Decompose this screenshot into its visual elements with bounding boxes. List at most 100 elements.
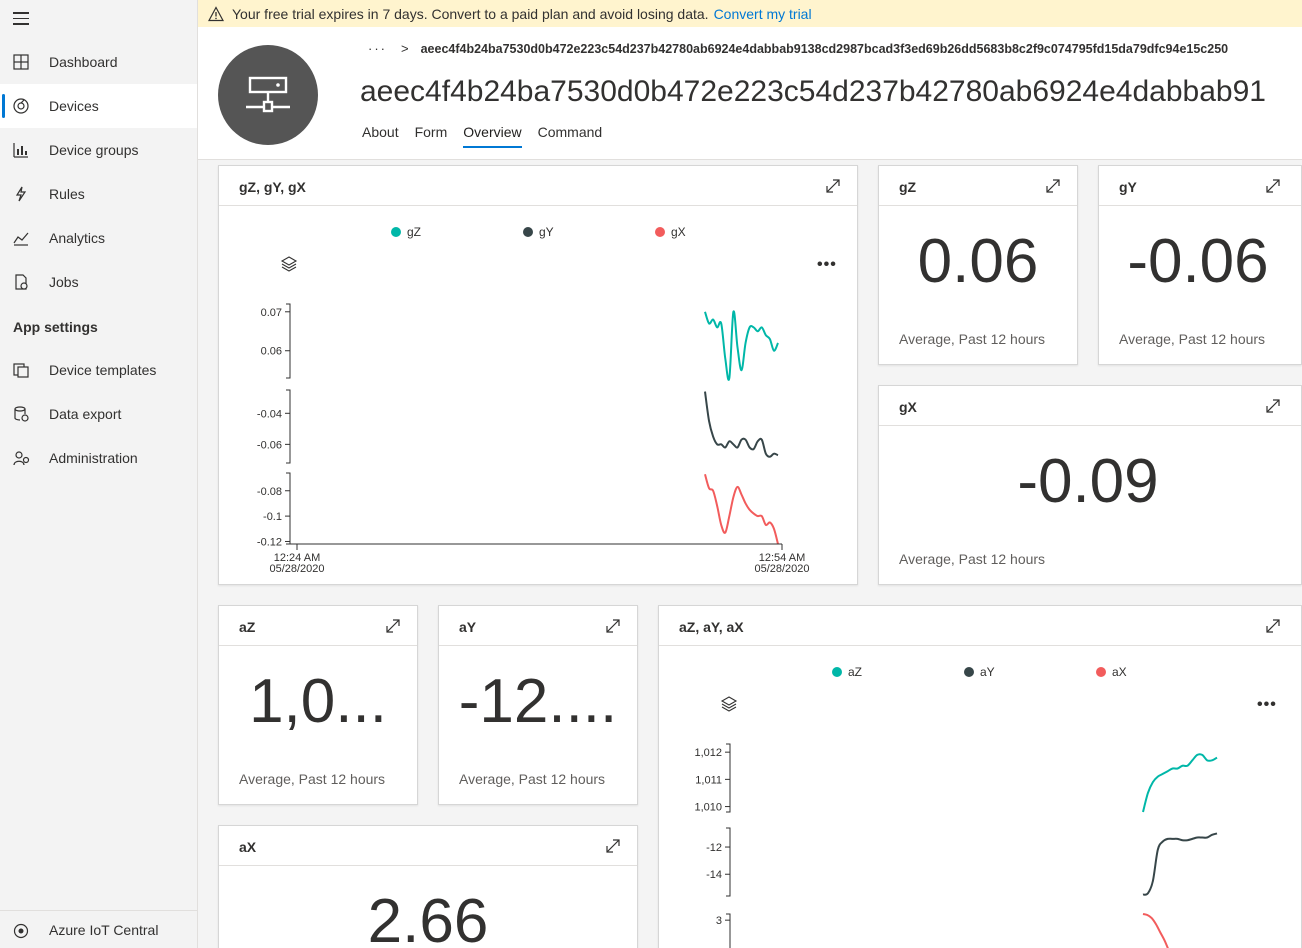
breadcrumb-more-icon[interactable]: ···: [368, 41, 387, 56]
expand-icon[interactable]: [605, 618, 621, 634]
series-line-gX: [704, 473, 779, 545]
expand-icon[interactable]: [605, 838, 621, 854]
administration-icon: [13, 451, 30, 466]
kpi-tile-ax: aX 2.66: [218, 825, 638, 948]
nav-label-jobs: Jobs: [49, 274, 79, 290]
nav-label-administration: Administration: [49, 450, 138, 466]
expand-icon[interactable]: [1265, 178, 1281, 194]
convert-trial-link[interactable]: Convert my trial: [714, 6, 812, 22]
kpi-tile-az: aZ 1,0... Average, Past 12 hours: [218, 605, 418, 805]
kpi-value: -0.06: [1127, 227, 1269, 296]
series-line-aY: [1142, 832, 1218, 896]
tab-form[interactable]: Form: [415, 124, 448, 148]
y-axis-gX: [286, 472, 291, 545]
tile-title: gZ: [899, 179, 917, 195]
nav-item-dashboard[interactable]: Dashboard: [0, 40, 197, 84]
y-axis-aZ: [726, 743, 731, 813]
tile-title: aX: [239, 839, 257, 855]
y-axis-aY: [726, 827, 731, 897]
app-settings-heading: App settings: [13, 319, 98, 335]
expand-icon[interactable]: [385, 618, 401, 634]
y-tick-label: -0.06: [257, 439, 282, 451]
left-navigation: Dashboard Devices Device groups Rules An…: [0, 0, 198, 948]
y-tick-label: 1,010: [694, 802, 722, 814]
tile-header: gZ: [879, 166, 1077, 206]
data-export-icon: [14, 406, 29, 422]
device-header: ··· > aeec4f4b24ba7530d0b472e223c54d237b…: [198, 27, 1302, 160]
devices-icon: [13, 98, 29, 114]
tile-header: aX: [219, 826, 637, 866]
azure-iot-central-link[interactable]: Azure IoT Central: [0, 910, 197, 948]
tile-title: gX: [899, 399, 917, 415]
y-tick-label: -14: [706, 869, 722, 881]
breadcrumb: ··· > aeec4f4b24ba7530d0b472e223c54d237b…: [368, 41, 1228, 56]
tile-title: aZ: [239, 619, 256, 635]
nav-item-jobs[interactable]: Jobs: [0, 260, 197, 304]
tab-command[interactable]: Command: [538, 124, 603, 148]
kpi-caption: Average, Past 12 hours: [1119, 331, 1266, 347]
nav-label-device-groups: Device groups: [49, 142, 139, 158]
kpi-value: 1,0...: [249, 667, 387, 736]
breadcrumb-current: aeec4f4b24ba7530d0b472e223c54d237b42780a…: [420, 41, 1229, 56]
kpi-value: 2.66: [367, 887, 489, 948]
kpi-value: -12....: [458, 667, 618, 736]
nav-item-devices[interactable]: Devices: [0, 84, 197, 128]
kpi-value: 0.06: [917, 227, 1039, 296]
device-groups-icon: [13, 143, 28, 158]
y-tick-label: 1,012: [694, 747, 722, 759]
expand-icon[interactable]: [1265, 398, 1281, 414]
dashboard-icon: [13, 54, 29, 70]
kpi-value: -0.09: [1017, 447, 1159, 516]
kpi-caption: Average, Past 12 hours: [239, 771, 386, 787]
device-tabs: About Form Overview Command: [362, 124, 618, 148]
page-title: aeec4f4b24ba7530d0b472e223c54d237b42780a…: [360, 75, 1266, 108]
series-line-gZ: [704, 310, 779, 381]
accel-chart-plot: 1,012 1,011 1,010 -12 -14 3: [694, 743, 1218, 948]
y-axis-aX: [726, 913, 731, 948]
y-tick-label: 0.07: [261, 307, 282, 319]
nav-label-data-export: Data export: [49, 406, 122, 422]
nav-label-dashboard: Dashboard: [49, 54, 118, 70]
tab-overview[interactable]: Overview: [463, 124, 522, 148]
series-line-aX: [1142, 913, 1169, 948]
kpi-caption: Average, Past 12 hours: [459, 771, 606, 787]
jobs-icon: [15, 274, 28, 290]
x-tick-date-label: 05/28/2020: [754, 563, 809, 575]
azure-iot-central-icon: [13, 923, 29, 939]
nav-item-device-groups[interactable]: Device groups: [0, 128, 197, 172]
tile-header: aZ: [219, 606, 417, 646]
gyro-chart-plot: 0.070.06-0.04-0.06-0.08-0.1-0.1212:24 AM…: [257, 303, 810, 575]
tab-about[interactable]: About: [362, 124, 399, 148]
warning-icon: [208, 5, 224, 21]
y-tick-label: 1,011: [695, 774, 722, 786]
device-templates-icon: [13, 363, 29, 378]
series-line-aZ: [1142, 753, 1218, 813]
nav-item-data-export[interactable]: Data export: [0, 392, 197, 436]
nav-item-administration[interactable]: Administration: [0, 436, 197, 480]
nav-item-rules[interactable]: Rules: [0, 172, 197, 216]
kpi-caption: Average, Past 12 hours: [899, 551, 1046, 567]
y-tick-label: -0.04: [257, 408, 282, 420]
device-network-icon: [246, 76, 290, 113]
rules-icon: [15, 186, 27, 202]
tile-title: aY: [459, 619, 477, 635]
y-axis-gZ: [286, 303, 291, 379]
hamburger-menu-icon[interactable]: [13, 12, 29, 26]
series-line-gY: [704, 391, 779, 458]
analytics-icon: [13, 232, 29, 246]
accel-chart-tile: aZ, aY, aX aZ aY aX ••• 1,012 1,011 1,010-…: [658, 605, 1302, 948]
nav-label-rules: Rules: [49, 186, 85, 202]
y-tick-label: -0.08: [257, 486, 282, 498]
device-avatar: [218, 45, 318, 145]
trial-banner: Your free trial expires in 7 days. Conve…: [198, 0, 1302, 27]
expand-icon[interactable]: [1045, 178, 1061, 194]
nav-label-devices: Devices: [49, 98, 99, 114]
nav-item-analytics[interactable]: Analytics: [0, 216, 197, 260]
kpi-tile-gz: gZ 0.06 Average, Past 12 hours: [878, 165, 1078, 365]
gyro-chart-tile: gZ, gY, gX gZ gY gX ••• 0.07 0.06 -0.04 -0.…: [218, 165, 858, 585]
y-tick-label: -12: [706, 842, 722, 854]
azure-iot-central-label: Azure IoT Central: [49, 921, 159, 938]
y-tick-label: 3: [716, 915, 722, 927]
nav-item-device-templates[interactable]: Device templates: [0, 348, 197, 392]
y-tick-label: 0.06: [261, 346, 282, 358]
